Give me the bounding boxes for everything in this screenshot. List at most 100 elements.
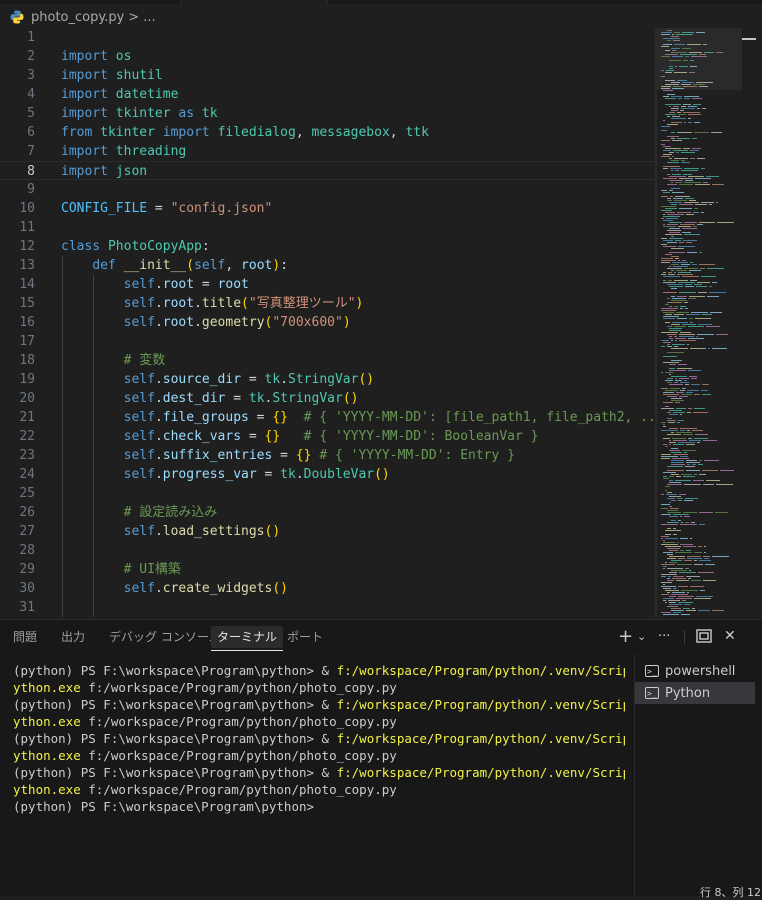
code-line[interactable]: 6 from tkinter import filedialog, message… <box>0 123 655 142</box>
code-token: : <box>280 258 289 273</box>
code-token: . <box>154 429 163 444</box>
code-line[interactable]: 19 self.source_dir = tk.StringVar() <box>0 370 655 389</box>
breadcrumb-more[interactable]: ... <box>143 10 155 25</box>
line-number: 15 <box>19 296 35 311</box>
code-token: . <box>194 315 202 330</box>
code-line[interactable]: 1 <box>0 28 655 47</box>
terminal-prompt: (python) PS F:\workspace\Program\python> <box>13 799 315 814</box>
code-text: from tkinter import filedialog, messageb… <box>61 123 429 142</box>
line-number: 5 <box>27 106 35 121</box>
code-token: self <box>123 524 155 539</box>
code-line[interactable]: 13 def __init__(self, root): <box>0 256 655 275</box>
code-line[interactable]: 29 # UI構築 <box>0 560 655 579</box>
code-line[interactable]: 15 self.root.title("写真整理ツール") <box>0 294 655 313</box>
code-token: self <box>123 467 155 482</box>
code-token: create_widgets <box>162 581 273 596</box>
code-text: self.progress_var = tk.DoubleVar() <box>61 465 390 484</box>
maximize-panel-icon[interactable] <box>696 626 712 646</box>
minimap[interactable] <box>657 28 742 618</box>
chevron-down-icon[interactable]: ⌄ <box>637 626 646 646</box>
code-line[interactable]: 25 <box>0 484 655 503</box>
terminal-session-list: >_ powershell >_ Python <box>634 654 762 896</box>
line-number: 31 <box>19 600 35 615</box>
code-line[interactable]: 11 <box>0 218 655 237</box>
code-line[interactable]: 28 <box>0 541 655 560</box>
code-token: . <box>154 410 163 425</box>
code-token: class <box>61 239 101 254</box>
terminal-line: (python) PS F:\workspace\Program\python>… <box>13 662 625 679</box>
terminal-session-label: Python <box>665 685 711 701</box>
terminal-session-python[interactable]: >_ Python <box>635 682 755 704</box>
status-cursor-position[interactable]: 行 8、列 12 <box>700 884 761 900</box>
code-line[interactable]: 22 self.check_vars = {} # { 'YYYY-MM-DD'… <box>0 427 655 446</box>
code-token: root <box>241 258 273 273</box>
code-line[interactable]: 24 self.progress_var = tk.DoubleVar() <box>0 465 655 484</box>
terminal-output[interactable]: (python) PS F:\workspace\Program\python>… <box>13 662 625 815</box>
line-number: 22 <box>19 429 35 444</box>
terminal-argument: f:/workspace/Program/python/photo_copy.p… <box>80 748 397 763</box>
line-number: 13 <box>19 258 35 273</box>
code-line[interactable]: 8 import json <box>0 161 655 180</box>
code-line[interactable]: 21 self.file_groups = {} # { 'YYYY-MM-DD… <box>0 408 663 427</box>
code-line[interactable]: 2 import os <box>0 47 655 66</box>
tab-output[interactable]: 出力 <box>61 628 85 646</box>
code-line[interactable]: 26 # 設定読み込み <box>0 503 655 522</box>
code-line[interactable]: 4 import datetime <box>0 85 655 104</box>
terminal-command: ython.exe <box>13 680 81 695</box>
code-token: # 変数 <box>123 353 166 368</box>
chevron-right-icon: > <box>128 9 140 25</box>
close-panel-icon[interactable]: ✕ <box>724 626 736 646</box>
code-line[interactable]: 9 <box>0 180 655 199</box>
code-token: import <box>61 164 108 179</box>
code-token: geometry <box>201 315 265 330</box>
code-line[interactable]: 30 self.create_widgets() <box>0 579 655 598</box>
code-token: import <box>61 87 108 102</box>
code-token: root <box>162 315 195 330</box>
code-token: PhotoCopyApp <box>107 239 202 254</box>
code-token: CONFIG_FILE <box>61 201 148 216</box>
terminal-session-powershell[interactable]: >_ powershell <box>635 660 755 682</box>
code-line[interactable]: 3 import shutil <box>0 66 655 85</box>
code-line[interactable]: 18 # 変数 <box>0 351 655 370</box>
terminal-argument: f:/workspace/Program/python/photo_copy.p… <box>80 680 397 695</box>
code-token: . <box>154 448 163 463</box>
code-line[interactable]: 12 class PhotoCopyApp: <box>0 237 655 256</box>
add-terminal-icon[interactable]: + <box>618 626 633 647</box>
code-line[interactable]: 31 <box>0 598 655 617</box>
code-line[interactable]: 7 import threading <box>0 142 655 161</box>
code-line[interactable]: 5 import tkinter as tk <box>0 104 655 123</box>
code-token: check_vars <box>162 429 242 444</box>
code-token: = <box>194 277 218 292</box>
code-line[interactable]: 27 self.load_settings() <box>0 522 655 541</box>
code-token: tk <box>280 467 296 482</box>
code-line[interactable]: 14 self.root = root <box>0 275 655 294</box>
code-token: def <box>92 258 116 273</box>
tab-problems[interactable]: 問題 <box>13 628 37 646</box>
more-actions-icon[interactable]: ··· <box>658 626 670 646</box>
code-line[interactable]: 17 <box>0 332 655 351</box>
code-text: def __init__(self, root): <box>61 256 288 275</box>
code-line[interactable]: 23 self.suffix_entries = {} # { 'YYYY-MM… <box>0 446 655 465</box>
tab-terminal[interactable]: ターミナル <box>211 626 284 651</box>
code-line[interactable]: 10 CONFIG_FILE = "config.json" <box>0 199 655 218</box>
code-text: import json <box>61 162 147 181</box>
tab-debug-console[interactable]: デバッグ コンソール <box>109 628 221 646</box>
code-line[interactable]: 16 self.root.geometry("700x600") <box>0 313 655 332</box>
code-token: . <box>154 315 163 330</box>
tab-ports[interactable]: ポート <box>287 628 323 646</box>
code-editor[interactable]: 1 2 import os 3 import shutil 4 import datetim… <box>0 28 762 618</box>
code-text: self.root.title("写真整理ツール") <box>61 294 364 313</box>
code-line[interactable]: 20 self.dest_dir = tk.StringVar() <box>0 389 655 408</box>
code-token: self <box>123 315 155 330</box>
breadcrumb-file[interactable]: photo_copy.py <box>31 10 124 25</box>
line-number: 24 <box>19 467 35 482</box>
code-token: title <box>201 296 242 311</box>
code-token: # { 'YYYY-MM-DD': Entry } <box>319 448 515 463</box>
vertical-scrollbar[interactable] <box>742 28 762 618</box>
code-token: ) <box>272 258 281 273</box>
terminal-prompt: (python) PS F:\workspace\Program\python>… <box>13 731 337 746</box>
code-token: () <box>374 467 390 482</box>
scrollbar-thumb[interactable] <box>742 38 756 40</box>
